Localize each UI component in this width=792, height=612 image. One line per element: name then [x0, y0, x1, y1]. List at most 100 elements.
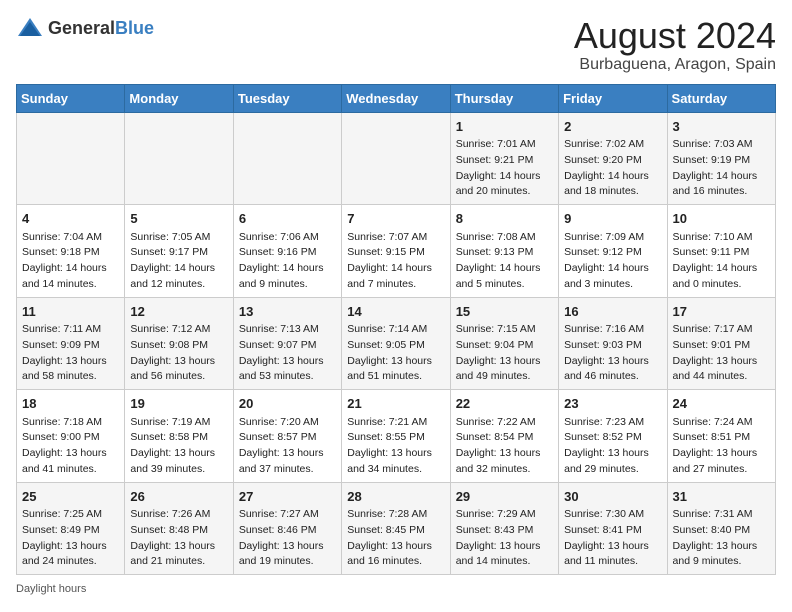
cell-info: Sunset: 8:51 PM	[673, 430, 770, 446]
cell-info: Sunrise: 7:13 AM	[239, 322, 336, 338]
calendar-body: 1Sunrise: 7:01 AMSunset: 9:21 PMDaylight…	[17, 112, 776, 575]
cell-info: Daylight: 14 hours and 18 minutes.	[564, 169, 661, 201]
day-number: 6	[239, 209, 336, 229]
cell-info: Daylight: 13 hours and 56 minutes.	[130, 354, 227, 386]
cell-info: Daylight: 13 hours and 46 minutes.	[564, 354, 661, 386]
day-number: 24	[673, 394, 770, 414]
cell-info: Sunset: 8:52 PM	[564, 430, 661, 446]
calendar-header: SundayMondayTuesdayWednesdayThursdayFrid…	[17, 84, 776, 112]
day-number: 16	[564, 302, 661, 322]
logo-text: GeneralBlue	[48, 18, 154, 39]
calendar-cell: 21Sunrise: 7:21 AMSunset: 8:55 PMDayligh…	[342, 390, 450, 483]
calendar-cell	[17, 112, 125, 205]
cell-info: Sunrise: 7:01 AM	[456, 137, 553, 153]
logo-general: General	[48, 18, 115, 38]
cell-info: Sunrise: 7:16 AM	[564, 322, 661, 338]
calendar-cell: 1Sunrise: 7:01 AMSunset: 9:21 PMDaylight…	[450, 112, 558, 205]
calendar-cell: 14Sunrise: 7:14 AMSunset: 9:05 PMDayligh…	[342, 297, 450, 390]
calendar-cell: 10Sunrise: 7:10 AMSunset: 9:11 PMDayligh…	[667, 205, 775, 298]
cell-info: Sunset: 8:58 PM	[130, 430, 227, 446]
calendar-cell: 16Sunrise: 7:16 AMSunset: 9:03 PMDayligh…	[559, 297, 667, 390]
cell-info: Daylight: 13 hours and 14 minutes.	[456, 539, 553, 571]
cell-info: Daylight: 13 hours and 16 minutes.	[347, 539, 444, 571]
cell-info: Sunset: 9:00 PM	[22, 430, 119, 446]
cell-info: Sunset: 8:54 PM	[456, 430, 553, 446]
calendar-cell: 5Sunrise: 7:05 AMSunset: 9:17 PMDaylight…	[125, 205, 233, 298]
cell-info: Sunset: 8:46 PM	[239, 523, 336, 539]
cell-info: Sunset: 8:57 PM	[239, 430, 336, 446]
cell-info: Sunset: 9:12 PM	[564, 245, 661, 261]
cell-info: Daylight: 13 hours and 29 minutes.	[564, 446, 661, 478]
header-day: Saturday	[667, 84, 775, 112]
cell-info: Daylight: 14 hours and 7 minutes.	[347, 261, 444, 293]
title-area: August 2024 Burbaguena, Aragon, Spain	[574, 16, 776, 74]
cell-info: Sunset: 9:11 PM	[673, 245, 770, 261]
footer-text: Daylight hours	[16, 583, 86, 595]
cell-info: Sunset: 8:40 PM	[673, 523, 770, 539]
calendar: SundayMondayTuesdayWednesdayThursdayFrid…	[16, 84, 776, 576]
cell-info: Daylight: 13 hours and 37 minutes.	[239, 446, 336, 478]
page-header: GeneralBlue August 2024 Burbaguena, Arag…	[16, 16, 776, 74]
header-day: Monday	[125, 84, 233, 112]
cell-info: Sunrise: 7:21 AM	[347, 415, 444, 431]
calendar-cell: 17Sunrise: 7:17 AMSunset: 9:01 PMDayligh…	[667, 297, 775, 390]
cell-info: Daylight: 14 hours and 16 minutes.	[673, 169, 770, 201]
header-day: Friday	[559, 84, 667, 112]
cell-info: Sunset: 8:43 PM	[456, 523, 553, 539]
calendar-cell: 23Sunrise: 7:23 AMSunset: 8:52 PMDayligh…	[559, 390, 667, 483]
header-row: SundayMondayTuesdayWednesdayThursdayFrid…	[17, 84, 776, 112]
cell-info: Sunrise: 7:04 AM	[22, 230, 119, 246]
cell-info: Daylight: 13 hours and 41 minutes.	[22, 446, 119, 478]
cell-info: Sunset: 9:04 PM	[456, 338, 553, 354]
calendar-cell: 25Sunrise: 7:25 AMSunset: 8:49 PMDayligh…	[17, 482, 125, 575]
cell-info: Daylight: 13 hours and 21 minutes.	[130, 539, 227, 571]
cell-info: Sunrise: 7:22 AM	[456, 415, 553, 431]
day-number: 3	[673, 117, 770, 137]
day-number: 15	[456, 302, 553, 322]
calendar-cell: 12Sunrise: 7:12 AMSunset: 9:08 PMDayligh…	[125, 297, 233, 390]
cell-info: Daylight: 13 hours and 32 minutes.	[456, 446, 553, 478]
location-title: Burbaguena, Aragon, Spain	[574, 56, 776, 74]
month-title: August 2024	[574, 16, 776, 56]
day-number: 12	[130, 302, 227, 322]
cell-info: Daylight: 13 hours and 51 minutes.	[347, 354, 444, 386]
calendar-cell: 26Sunrise: 7:26 AMSunset: 8:48 PMDayligh…	[125, 482, 233, 575]
cell-info: Daylight: 13 hours and 34 minutes.	[347, 446, 444, 478]
cell-info: Daylight: 14 hours and 0 minutes.	[673, 261, 770, 293]
calendar-cell: 11Sunrise: 7:11 AMSunset: 9:09 PMDayligh…	[17, 297, 125, 390]
cell-info: Sunset: 9:19 PM	[673, 153, 770, 169]
header-day: Wednesday	[342, 84, 450, 112]
cell-info: Sunrise: 7:18 AM	[22, 415, 119, 431]
calendar-week: 18Sunrise: 7:18 AMSunset: 9:00 PMDayligh…	[17, 390, 776, 483]
cell-info: Daylight: 13 hours and 24 minutes.	[22, 539, 119, 571]
calendar-week: 1Sunrise: 7:01 AMSunset: 9:21 PMDaylight…	[17, 112, 776, 205]
cell-info: Daylight: 13 hours and 58 minutes.	[22, 354, 119, 386]
calendar-cell: 29Sunrise: 7:29 AMSunset: 8:43 PMDayligh…	[450, 482, 558, 575]
cell-info: Sunset: 9:16 PM	[239, 245, 336, 261]
calendar-cell: 15Sunrise: 7:15 AMSunset: 9:04 PMDayligh…	[450, 297, 558, 390]
header-day: Tuesday	[233, 84, 341, 112]
cell-info: Sunrise: 7:06 AM	[239, 230, 336, 246]
logo-icon	[16, 16, 44, 40]
day-number: 18	[22, 394, 119, 414]
cell-info: Sunset: 9:17 PM	[130, 245, 227, 261]
cell-info: Sunrise: 7:14 AM	[347, 322, 444, 338]
day-number: 28	[347, 487, 444, 507]
day-number: 22	[456, 394, 553, 414]
day-number: 11	[22, 302, 119, 322]
cell-info: Daylight: 13 hours and 49 minutes.	[456, 354, 553, 386]
cell-info: Sunrise: 7:03 AM	[673, 137, 770, 153]
header-day: Thursday	[450, 84, 558, 112]
day-number: 27	[239, 487, 336, 507]
cell-info: Sunset: 9:21 PM	[456, 153, 553, 169]
calendar-cell: 31Sunrise: 7:31 AMSunset: 8:40 PMDayligh…	[667, 482, 775, 575]
calendar-cell: 7Sunrise: 7:07 AMSunset: 9:15 PMDaylight…	[342, 205, 450, 298]
day-number: 30	[564, 487, 661, 507]
day-number: 10	[673, 209, 770, 229]
calendar-cell: 9Sunrise: 7:09 AMSunset: 9:12 PMDaylight…	[559, 205, 667, 298]
calendar-cell: 19Sunrise: 7:19 AMSunset: 8:58 PMDayligh…	[125, 390, 233, 483]
day-number: 9	[564, 209, 661, 229]
cell-info: Sunrise: 7:08 AM	[456, 230, 553, 246]
calendar-week: 4Sunrise: 7:04 AMSunset: 9:18 PMDaylight…	[17, 205, 776, 298]
cell-info: Daylight: 14 hours and 12 minutes.	[130, 261, 227, 293]
